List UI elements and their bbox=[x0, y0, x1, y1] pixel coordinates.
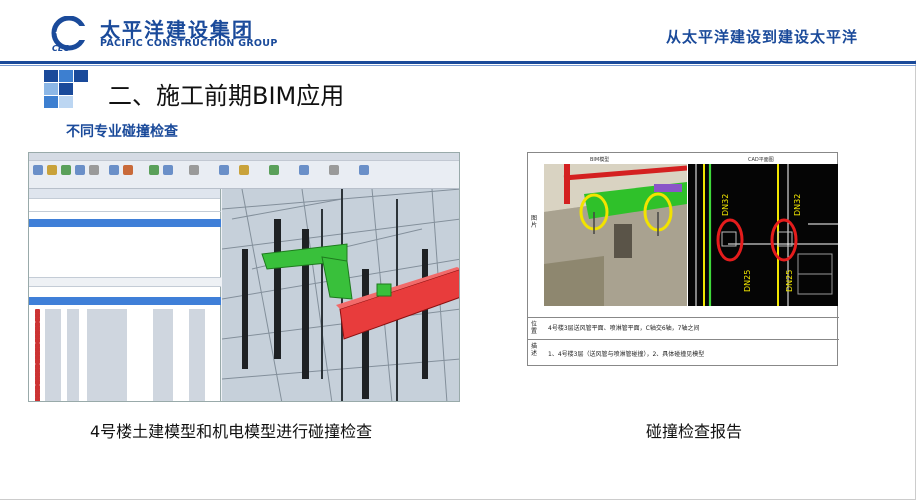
location-row bbox=[528, 317, 839, 318]
company-name-en: PACIFIC CONSTRUCTION GROUP bbox=[100, 38, 278, 49]
header: CEO 太平洋建设集团 PACIFIC CONSTRUCTION GROUP 从… bbox=[0, 0, 916, 60]
row-location-label: 位置 bbox=[531, 321, 538, 335]
desc-text: 1、4号楼3层（送风管与喷淋管碰撞），2、具体碰撞见模型 bbox=[548, 351, 705, 358]
row-desc-label: 描述 bbox=[531, 343, 538, 357]
slide-title: 二、施工前期BIM应用 bbox=[108, 82, 345, 110]
clash-result-row bbox=[33, 397, 217, 401]
clash-detection-screenshot bbox=[28, 152, 460, 402]
header-divider bbox=[0, 61, 916, 64]
blue-mosaic-icon bbox=[44, 70, 88, 108]
slide-subtitle: 不同专业碰撞检查 bbox=[66, 124, 178, 140]
cad-label-3: DN25 bbox=[785, 270, 794, 292]
cad-plan-image: DN32 DN25 DN25 DN32 bbox=[688, 164, 838, 306]
header-divider-thin bbox=[0, 65, 916, 66]
row-image-label: 图片 bbox=[531, 215, 538, 229]
bim-model-image bbox=[544, 164, 687, 306]
app-ribbon bbox=[29, 153, 459, 189]
desc-row bbox=[528, 339, 839, 340]
col-bim-label: BIM模型 bbox=[590, 157, 610, 163]
slogan: 从太平洋建设到建设太平洋 bbox=[665, 28, 858, 46]
3d-model-viewport bbox=[222, 189, 459, 401]
right-caption: 碰撞检查报告 bbox=[646, 422, 743, 441]
col-cad-label: CAD平面图 bbox=[748, 157, 774, 163]
logo-ceo-text: CEO bbox=[52, 44, 71, 53]
location-text: 4号楼3层送风管平面、喷淋管平面，C轴交6轴，7轴之间 bbox=[548, 325, 700, 332]
clash-report: BIM模型 CAD平面图 图片 DN32 DN25 DN25 DN32 位置 4… bbox=[527, 152, 839, 366]
cad-label-2: DN25 bbox=[743, 270, 752, 292]
clash-results-panel bbox=[29, 189, 221, 401]
left-caption: 4号楼土建模型和机电模型进行碰撞检查 bbox=[90, 422, 373, 441]
cad-label-1: DN32 bbox=[721, 194, 730, 216]
slide: CEO 太平洋建设集团 PACIFIC CONSTRUCTION GROUP 从… bbox=[0, 0, 916, 500]
cad-label-4: DN32 bbox=[793, 194, 802, 216]
